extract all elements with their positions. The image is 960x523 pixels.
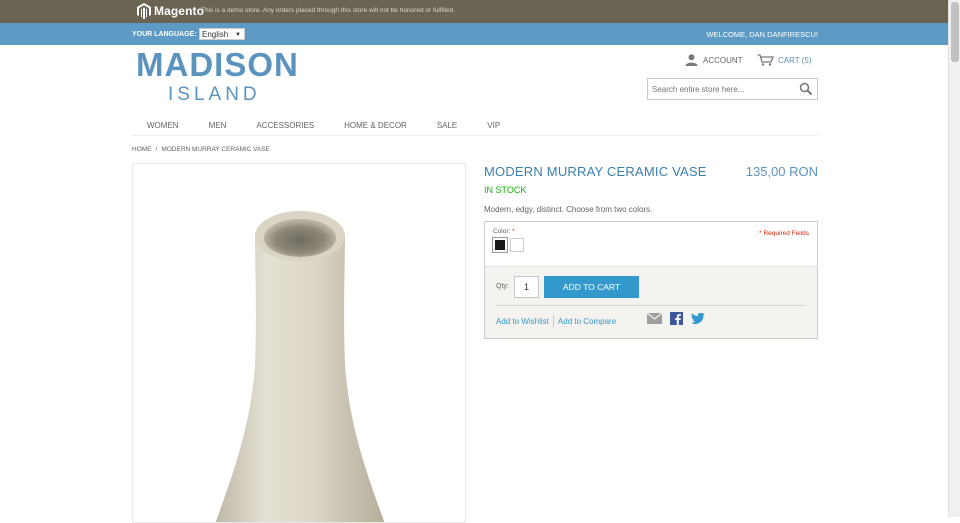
add-to-wishlist-link[interactable]: Add to Wishlist: [496, 317, 549, 326]
required-marker: *: [512, 228, 515, 235]
chevron-down-icon: ▼: [235, 32, 241, 38]
color-label: Color: *: [493, 228, 515, 235]
divider: [495, 305, 806, 306]
add-to-cart-box: Qty: 1 ADD TO CART Add to Wishlist Add t…: [484, 266, 818, 339]
language-bar: YOUR LANGUAGE: English ▼ WELCOME, DAN DA…: [0, 23, 948, 45]
search-box: [647, 78, 818, 100]
nav-item-women[interactable]: WOMEN: [132, 118, 194, 135]
color-swatch-black[interactable]: [492, 237, 508, 253]
welcome-message: WELCOME, DAN DANFIRESCU!: [706, 30, 818, 39]
share-links: [647, 312, 713, 325]
product-options: Color: * * Required Fields: [484, 221, 818, 266]
store-logo[interactable]: MADISON ISLAND: [136, 46, 298, 106]
twitter-icon[interactable]: [691, 312, 705, 325]
color-label-text: Color:: [493, 228, 511, 235]
scrollbar-thumb[interactable]: [951, 2, 959, 62]
nav-item-accessories[interactable]: ACCESSORIES: [241, 118, 329, 135]
add-to-cart-button[interactable]: ADD TO CART: [544, 276, 639, 298]
qty-input[interactable]: 1: [514, 276, 539, 298]
required-fields-note: * Required Fields: [759, 230, 809, 237]
breadcrumb-current: MODERN MURRAY CERAMIC VASE: [161, 146, 271, 153]
search-input[interactable]: [648, 79, 788, 100]
magento-logo-icon: [137, 3, 151, 19]
nav-item-men[interactable]: MEN: [194, 118, 242, 135]
account-link[interactable]: ACCOUNT: [685, 54, 743, 66]
person-icon: [685, 54, 698, 66]
email-icon[interactable]: [647, 313, 662, 324]
breadcrumb-home[interactable]: HOME: [132, 146, 152, 153]
account-label: ACCOUNT: [703, 55, 743, 65]
nav-item-home-decor[interactable]: HOME & DECOR: [329, 118, 422, 135]
language-select[interactable]: English ▼: [199, 28, 245, 40]
product-name: MODERN MURRAY CERAMIC VASE: [484, 164, 707, 179]
qty-label: Qty:: [496, 283, 509, 290]
search-icon[interactable]: [799, 82, 813, 96]
product-links: Add to Wishlist Add to Compare: [496, 315, 616, 327]
nav-item-vip[interactable]: VIP: [472, 118, 515, 135]
product-price: 135,00 RON: [745, 164, 818, 179]
language-label: YOUR LANGUAGE:: [132, 31, 197, 38]
magento-logo[interactable]: Magento: [137, 3, 204, 19]
language-selected-value: English: [202, 30, 229, 39]
cart-icon: [757, 54, 774, 66]
demo-notice-bar: Magento This is a demo store. Any orders…: [0, 0, 948, 23]
facebook-icon[interactable]: [670, 312, 683, 325]
add-to-compare-link[interactable]: Add to Compare: [558, 317, 616, 326]
demo-notice-text: This is a demo store. Any orders placed …: [201, 7, 455, 14]
logo-title: MADISON: [136, 46, 299, 83]
page-scrollbar[interactable]: [948, 0, 960, 517]
breadcrumb: HOME / MODERN MURRAY CERAMIC VASE: [132, 146, 270, 153]
main-navigation: WOMEN MEN ACCESSORIES HOME & DECOR SALE …: [132, 118, 818, 136]
nav-item-sale[interactable]: SALE: [422, 118, 472, 135]
breadcrumb-separator: /: [155, 146, 158, 153]
logo-subtitle: ISLAND: [168, 84, 261, 105]
cart-label: CART (5): [778, 55, 812, 65]
link-separator: [552, 315, 554, 327]
product-description: Modern, edgy, distinct. Choose from two …: [484, 205, 653, 214]
vase-image: [215, 211, 385, 522]
color-swatch-white[interactable]: [510, 238, 524, 252]
stock-status: IN STOCK: [484, 185, 527, 195]
magento-brand-text: Magento: [154, 4, 205, 18]
cart-link[interactable]: CART (5): [757, 54, 812, 66]
product-image[interactable]: [132, 163, 466, 523]
